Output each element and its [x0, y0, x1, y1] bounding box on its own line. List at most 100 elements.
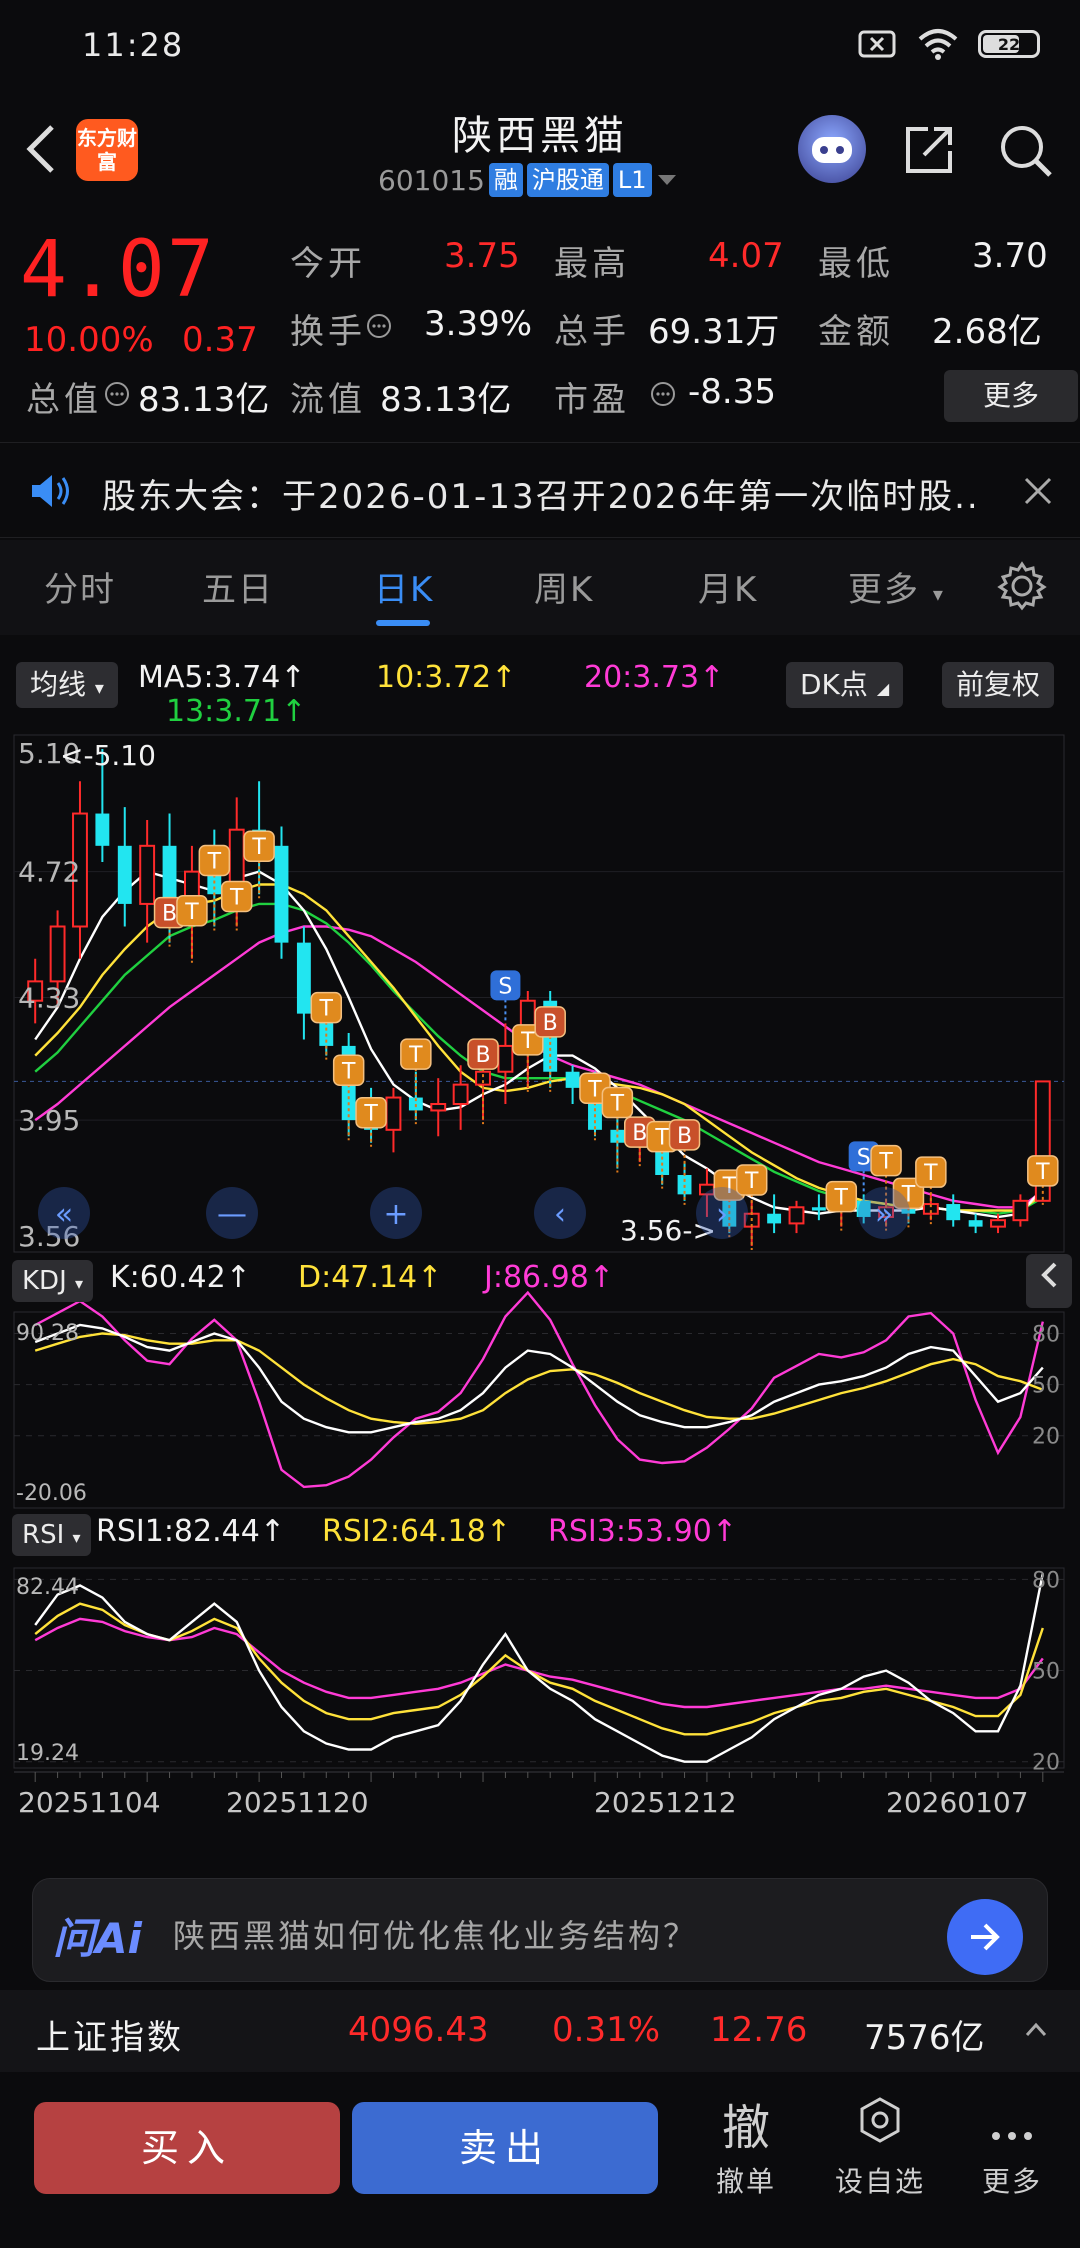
signal-letter: T — [207, 850, 222, 875]
candle-body-down — [274, 845, 289, 943]
rsi1-value: RSI1:82.44↑ — [96, 1514, 285, 1549]
rsi1-line — [34, 1573, 1044, 1763]
candle-body-up — [139, 844, 156, 905]
kdj-j-value: J:86.98↑ — [484, 1260, 614, 1295]
kdj-k-value: K:60.42↑ — [110, 1260, 251, 1295]
tab-more[interactable]: 更多 ▾ — [848, 562, 945, 611]
buy-button[interactable]: 买入 — [34, 2102, 340, 2194]
signal-letter: B — [162, 902, 177, 927]
signal-letter: T — [1035, 1160, 1050, 1185]
caret-down-icon — [657, 175, 676, 185]
tab-monthly-k[interactable]: 月K — [698, 562, 758, 611]
tab-daily-k[interactable]: 日K — [374, 562, 434, 611]
add-watchlist-label: 设自选 — [834, 2165, 925, 2198]
kdj-right-label: 20 — [1032, 1425, 1060, 1450]
date-label: 20251212 — [594, 1786, 737, 1819]
info-icon[interactable] — [366, 313, 392, 339]
kdj-j-line — [34, 1290, 1044, 1489]
signal-letter: T — [744, 1169, 759, 1194]
close-icon[interactable] — [1022, 475, 1054, 507]
index-name: 上证指数 — [36, 2018, 184, 2058]
signal-letter: B — [632, 1121, 647, 1146]
ai-assistant-icon[interactable] — [798, 115, 866, 183]
date-label: 20260107 — [886, 1786, 1029, 1819]
float-label: 流值 — [290, 380, 366, 420]
kdj-selector[interactable]: KDJ ▾ — [12, 1260, 94, 1302]
add-watchlist-button[interactable]: 设自选 — [820, 2096, 940, 2200]
notice-bar[interactable]: 股东大会：于2026-01-13召开2026年第一次临时股.. — [0, 442, 1080, 538]
rsi-right-label: 50 — [1032, 1660, 1060, 1685]
high-value: 4.07 — [708, 236, 784, 276]
tab-intraday[interactable]: 分时 — [44, 562, 116, 611]
candle-body-down — [117, 845, 132, 904]
more-actions-button[interactable]: 更多 — [952, 2096, 1072, 2200]
kline-chart[interactable]: B TTTTTTTT BSTBTTB T BT TTS TTT T5.104.724.333.… — [0, 640, 1080, 1850]
high-label: 最高 — [554, 244, 630, 284]
mcap-label: 总值 — [26, 380, 102, 420]
bottom-action-bar: 买入 卖出 撤 撤单 设自选 更多 — [0, 2082, 1080, 2248]
index-change: 12.76 — [710, 2010, 808, 2050]
tab-more-label: 更多 — [848, 570, 920, 610]
notification-muted-icon — [858, 30, 896, 58]
rsi-selector[interactable]: RSI ▾ — [12, 1514, 91, 1556]
index-pct: 0.31% — [552, 2010, 661, 2050]
signal-letter: T — [319, 997, 334, 1022]
stock-code: 601015 — [378, 163, 485, 197]
info-icon[interactable] — [104, 381, 130, 407]
candle-body-down — [968, 1220, 983, 1227]
rsi2-value: RSI2:64.18↑ — [322, 1514, 511, 1549]
candle-body-up — [49, 925, 66, 983]
float-value: 83.13亿 — [380, 380, 512, 420]
chevron-up-icon[interactable] — [1024, 2020, 1048, 2038]
signal-letter: T — [408, 1043, 423, 1068]
cancel-order-icon: 撤 — [721, 2100, 770, 2156]
turnover-value: 3.39% — [424, 304, 533, 344]
info-icon[interactable] — [650, 381, 676, 407]
kdj-right-label: 80 — [1032, 1323, 1060, 1348]
candle-body-up — [497, 1044, 514, 1073]
ai-logo: 问Ai — [53, 1914, 142, 1963]
signal-letter: T — [834, 1186, 849, 1211]
battery-icon: 22 — [978, 30, 1040, 58]
change-percent: 10.00% — [24, 320, 154, 360]
kline-chart-area[interactable]: 均线 ▾ MA5:3.74↑ 10:3.72↑ 20:3.73↑ 13:3.71… — [0, 640, 1080, 1850]
signal-letter: B — [677, 1124, 692, 1149]
gear-icon[interactable] — [996, 560, 1048, 612]
period-tabs: 分时 五日 日K 周K 月K 更多 ▾ — [0, 540, 1080, 635]
rsi-axis-bottom: 19.24 — [16, 1741, 79, 1766]
amount-value: 2.68亿 — [932, 312, 1042, 352]
price-axis-label: 4.72 — [18, 856, 80, 889]
collapse-indicator-button[interactable] — [1026, 1254, 1072, 1308]
candle-body-up — [452, 1083, 469, 1105]
stock-code-row[interactable]: 601015 融 沪股通 L1 — [378, 161, 678, 199]
index-bar[interactable]: 上证指数 4096.43 0.31% 12.76 7576亿 — [0, 1990, 1080, 2072]
signal-letter: T — [587, 1077, 602, 1102]
battery-level: 22 — [997, 34, 1021, 54]
more-dots-icon — [992, 2132, 1032, 2140]
kdj-d-line — [34, 1332, 1044, 1426]
tab-weekly-k[interactable]: 周K — [534, 562, 594, 611]
index-value: 4096.43 — [348, 2010, 489, 2050]
arrow-right-icon — [971, 1923, 1000, 1951]
share-icon[interactable] — [900, 121, 958, 179]
cancel-order-button[interactable]: 撤 撤单 — [686, 2096, 806, 2200]
ai-question-text: 陕西黑猫如何优化焦化业务结构？ — [173, 1917, 699, 1955]
signal-letter: T — [363, 1102, 378, 1127]
kdj-panel-frame — [13, 1311, 1065, 1509]
ai-question-bar[interactable]: 问Ai 陕西黑猫如何优化焦化业务结构？ — [32, 1878, 1048, 1982]
low-label: 最低 — [818, 244, 894, 284]
more-quote-button[interactable]: 更多 — [944, 370, 1078, 422]
signal-letter: T — [184, 900, 199, 925]
cancel-order-label: 撤单 — [715, 2165, 776, 2198]
search-icon[interactable] — [996, 121, 1054, 179]
more-actions-label: 更多 — [981, 2165, 1042, 2198]
rsi3-value: RSI3:53.90↑ — [548, 1514, 737, 1549]
signal-letter: S — [498, 974, 512, 999]
tag-connect: 沪股通 — [526, 163, 609, 197]
tag-level: L1 — [612, 163, 652, 197]
kdj-axis-bottom: -20.06 — [16, 1481, 87, 1506]
sell-button[interactable]: 卖出 — [352, 2102, 658, 2194]
kdj-d-value: D:47.14↑ — [298, 1260, 443, 1295]
tab-five-day[interactable]: 五日 — [202, 562, 274, 611]
ai-go-button[interactable] — [947, 1899, 1023, 1975]
